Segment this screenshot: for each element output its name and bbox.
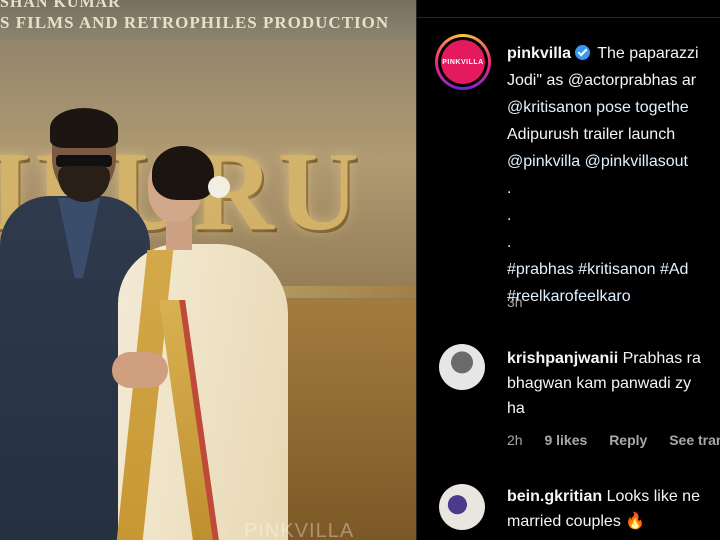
post-caption: pinkvilla The paparazzi Jodi" as @actorp… xyxy=(507,40,720,310)
caption-line: pinkvilla The paparazzi xyxy=(507,40,720,67)
verified-badge-icon xyxy=(575,45,591,60)
caption-hashtags: #reelkarofeelkaro xyxy=(507,288,631,305)
see-translation-link[interactable]: See tran xyxy=(669,432,720,448)
panel-top-divider xyxy=(417,0,720,18)
comment-meta: 2h 9 likes Reply See tran xyxy=(507,432,720,448)
caption-text: The paparazzi xyxy=(597,45,699,62)
caption-line: @kritisanon pose togethe xyxy=(507,99,689,116)
comment-likes[interactable]: 9 likes xyxy=(544,432,587,448)
hair-flower xyxy=(208,176,230,198)
comment-body: married couples xyxy=(507,513,621,530)
commenter-username[interactable]: krishpanjwanii xyxy=(507,350,618,367)
reply-button[interactable]: Reply xyxy=(609,432,647,448)
caption-line: Jodi" as @actorprabhas ar xyxy=(507,72,697,89)
author-username[interactable]: pinkvilla xyxy=(507,45,571,62)
caption-line: . xyxy=(507,234,512,251)
comment-body: Prabhas ra xyxy=(622,350,701,367)
commenter-username[interactable]: bein.gkritian xyxy=(507,488,602,505)
caption-hashtags: #prabhas #kritisanon #Ad xyxy=(507,261,689,278)
author-avatar[interactable]: PINKVILLA xyxy=(435,34,491,90)
poster-credit: SHAN KUMAR S FILMS AND RETROPHILES PRODU… xyxy=(0,0,389,32)
woman-hair xyxy=(152,146,214,200)
caption-line: Adipurush trailer launch xyxy=(507,126,676,143)
commenter-avatar[interactable] xyxy=(439,344,485,390)
comment-text: bein.gkritian Looks like ne married coup… xyxy=(507,484,720,534)
caption-line: . xyxy=(507,207,512,224)
caption-line: @pinkvilla @pinkvillasout xyxy=(507,153,688,170)
post-timestamp: 3h xyxy=(507,294,523,310)
comment-body: Looks like ne xyxy=(606,488,700,505)
man-hair xyxy=(50,108,118,148)
comment-body: bhagwan kam panwadi zy xyxy=(507,375,692,392)
poster-credit-line2: S FILMS AND RETROPHILES PRODUCTION xyxy=(0,12,390,32)
watermark: PINKVILLA xyxy=(244,520,355,540)
comment-text: krishpanjwanii Prabhas ra bhagwan kam pa… xyxy=(507,346,720,421)
comment-body: ha xyxy=(507,400,525,417)
commenter-avatar[interactable] xyxy=(439,484,485,530)
woman-neck xyxy=(166,218,192,250)
poster-credit-line1: SHAN KUMAR xyxy=(0,0,121,11)
comments-panel[interactable]: PINKVILLA pinkvilla The paparazzi Jodi" … xyxy=(416,0,720,540)
fire-emoji-icon: 🔥 xyxy=(625,513,646,530)
pinkvilla-logo: PINKVILLA xyxy=(441,40,485,84)
comment-timestamp: 2h xyxy=(507,432,523,448)
post-media[interactable]: SHAN KUMAR S FILMS AND RETROPHILES PRODU… xyxy=(0,0,416,540)
woman-hands xyxy=(112,352,168,388)
caption-line: . xyxy=(507,180,512,197)
